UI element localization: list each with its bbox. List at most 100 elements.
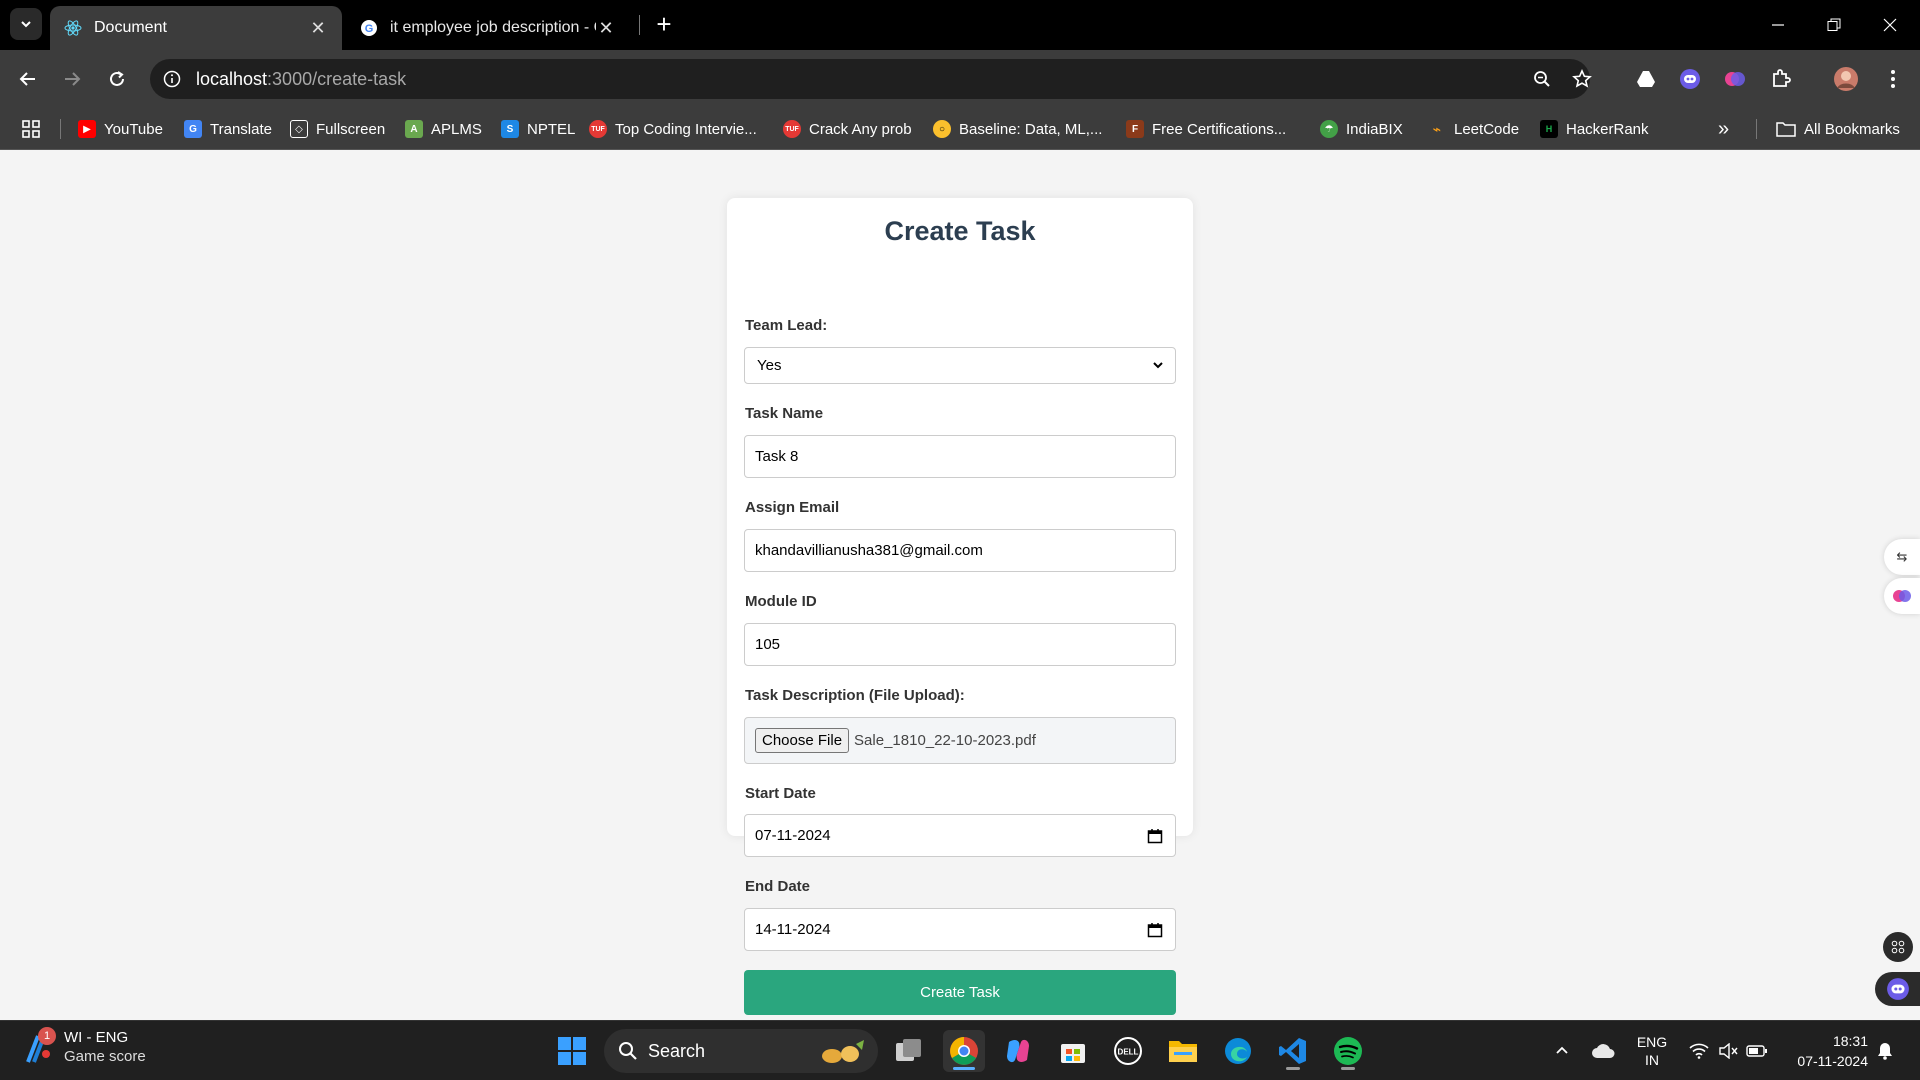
file-explorer-taskbar-app[interactable]: [1162, 1030, 1204, 1072]
search-icon: [619, 1042, 637, 1060]
bookmark-top-coding[interactable]: TUF Top Coding Intervie...: [589, 108, 757, 150]
restore-button[interactable]: [1806, 0, 1862, 50]
chrome-taskbar-app[interactable]: [943, 1030, 985, 1072]
spotify-taskbar-app[interactable]: [1327, 1030, 1369, 1072]
tab-divider: [639, 15, 640, 35]
bookmark-crack-any-prob[interactable]: TUF Crack Any prob: [783, 108, 912, 150]
bookmark-hackerrank[interactable]: H HackerRank: [1540, 108, 1649, 150]
bookmark-free-certifications[interactable]: F Free Certifications...: [1126, 108, 1286, 150]
assign-email-value: khandavillianusha381@gmail.com: [755, 542, 983, 559]
edge-icon: [1225, 1038, 1251, 1064]
brain-icon: [1893, 590, 1911, 602]
all-bookmarks-button[interactable]: All Bookmarks: [1776, 108, 1900, 150]
notifications-button[interactable]: [1870, 1021, 1900, 1080]
close-icon[interactable]: ✕: [596, 18, 616, 38]
cloud-icon: [1592, 1044, 1615, 1058]
drive-extension-icon[interactable]: [1630, 63, 1662, 95]
team-lead-value: Yes: [757, 357, 782, 374]
bookmark-fullscreen[interactable]: ◇ Fullscreen: [290, 108, 385, 150]
calendar-icon[interactable]: [1147, 922, 1163, 938]
onedrive-button[interactable]: [1588, 1021, 1618, 1080]
bookmark-translate[interactable]: G Translate: [184, 108, 272, 150]
reload-button[interactable]: [101, 63, 133, 95]
language-indicator[interactable]: ENG IN: [1630, 1021, 1674, 1080]
start-date-input[interactable]: 07-11-2024: [744, 814, 1176, 857]
folder-icon: [1776, 122, 1796, 137]
search-highlight-icon: [822, 1040, 864, 1063]
wifi-button[interactable]: [1684, 1021, 1714, 1080]
address-bar[interactable]: localhost:3000/create-task: [150, 59, 1592, 99]
task-description-file-input[interactable]: Choose File Sale_1810_22-10-2023.pdf: [744, 717, 1176, 764]
folder-icon: [1169, 1041, 1197, 1062]
new-tab-button[interactable]: +: [650, 9, 678, 39]
site-info-icon[interactable]: [160, 67, 184, 91]
team-lead-select[interactable]: Yes: [744, 347, 1176, 384]
assistant-extension-icon[interactable]: [1674, 63, 1706, 95]
show-hidden-icons-button[interactable]: [1548, 1021, 1576, 1080]
tab-search-button[interactable]: [10, 8, 42, 40]
restore-icon: [1827, 18, 1841, 31]
youtube-icon: ▶: [78, 120, 96, 138]
end-date-value: 14-11-2024: [755, 921, 831, 938]
bookmark-aplms[interactable]: A APLMS: [405, 108, 482, 150]
weather-widget[interactable]: 1 WI - ENG Game score: [24, 1027, 146, 1065]
battery-button[interactable]: [1742, 1021, 1772, 1080]
choose-file-button[interactable]: Choose File: [755, 728, 850, 753]
bookmark-label: Free Certifications...: [1152, 120, 1287, 138]
end-date-label: End Date: [745, 878, 811, 895]
store-taskbar-app[interactable]: [1052, 1030, 1094, 1072]
module-id-input[interactable]: 105: [744, 623, 1176, 666]
task-view-button[interactable]: [888, 1030, 930, 1072]
bookmark-indiabix[interactable]: ☂ IndiaBIX: [1320, 108, 1403, 150]
tab-google-search[interactable]: G it employee job description - G ✕: [346, 6, 630, 50]
start-button[interactable]: [551, 1030, 593, 1072]
url-text: localhost:3000/create-task: [196, 69, 406, 90]
menu-kebab-icon[interactable]: [1877, 63, 1909, 95]
extensions-puzzle-icon[interactable]: [1765, 63, 1797, 95]
assistant-float-button[interactable]: [1875, 972, 1920, 1006]
forward-button[interactable]: [56, 63, 88, 95]
back-button[interactable]: [12, 63, 44, 95]
brain-float-button[interactable]: [1884, 578, 1920, 614]
close-icon[interactable]: ✕: [308, 18, 328, 38]
brain-extension-icon[interactable]: [1719, 63, 1751, 95]
end-date-input[interactable]: 14-11-2024: [744, 908, 1176, 951]
zoom-icon[interactable]: [1530, 67, 1554, 91]
grid-float-button[interactable]: [1883, 932, 1913, 962]
bookmark-label: NPTEL: [527, 120, 576, 138]
close-window-button[interactable]: [1862, 0, 1918, 50]
start-date-value: 07-11-2024: [755, 827, 831, 844]
minimize-button[interactable]: [1750, 0, 1806, 50]
tab-document[interactable]: Document ✕: [50, 6, 342, 50]
page-title: Create Task: [884, 216, 1036, 246]
bookmark-nptel[interactable]: S NPTEL: [501, 108, 575, 150]
bookmark-baseline[interactable]: ○ Baseline: Data, ML,...: [933, 108, 1102, 150]
windows-icon: [558, 1037, 586, 1065]
assign-email-input[interactable]: khandavillianusha381@gmail.com: [744, 529, 1176, 572]
profile-avatar[interactable]: [1830, 63, 1862, 95]
create-task-button[interactable]: Create Task: [744, 970, 1176, 1015]
edge-taskbar-app[interactable]: [1217, 1030, 1259, 1072]
task-description-label: Task Description (File Upload):: [745, 687, 965, 704]
bell-icon: [1878, 1043, 1892, 1060]
copilot-taskbar-app[interactable]: [997, 1030, 1039, 1072]
clock[interactable]: 18:31 07-11-2024: [1797, 1031, 1868, 1071]
dell-taskbar-app[interactable]: DELL: [1107, 1030, 1149, 1072]
tuf-icon: TUF: [783, 120, 801, 138]
taskbar-search[interactable]: Search: [604, 1029, 878, 1073]
reload-icon: [110, 71, 124, 86]
apps-icon: [1891, 940, 1905, 954]
aplms-icon: A: [405, 120, 423, 138]
calendar-icon[interactable]: [1147, 828, 1163, 844]
translate-float-button[interactable]: ⇆: [1884, 539, 1920, 575]
chevron-double-right-icon: »: [1718, 117, 1730, 140]
bookmark-leetcode[interactable]: ⌁ LeetCode: [1428, 108, 1519, 150]
vscode-taskbar-app[interactable]: [1272, 1030, 1314, 1072]
bookmark-youtube[interactable]: ▶ YouTube: [78, 108, 163, 150]
volume-button[interactable]: [1714, 1021, 1742, 1080]
task-name-input[interactable]: Task 8: [744, 435, 1176, 478]
url-path: :3000/create-task: [267, 69, 407, 89]
apps-grid-button[interactable]: [22, 108, 40, 150]
star-icon[interactable]: [1570, 67, 1594, 91]
more-bookmarks-button[interactable]: »: [1718, 108, 1729, 150]
